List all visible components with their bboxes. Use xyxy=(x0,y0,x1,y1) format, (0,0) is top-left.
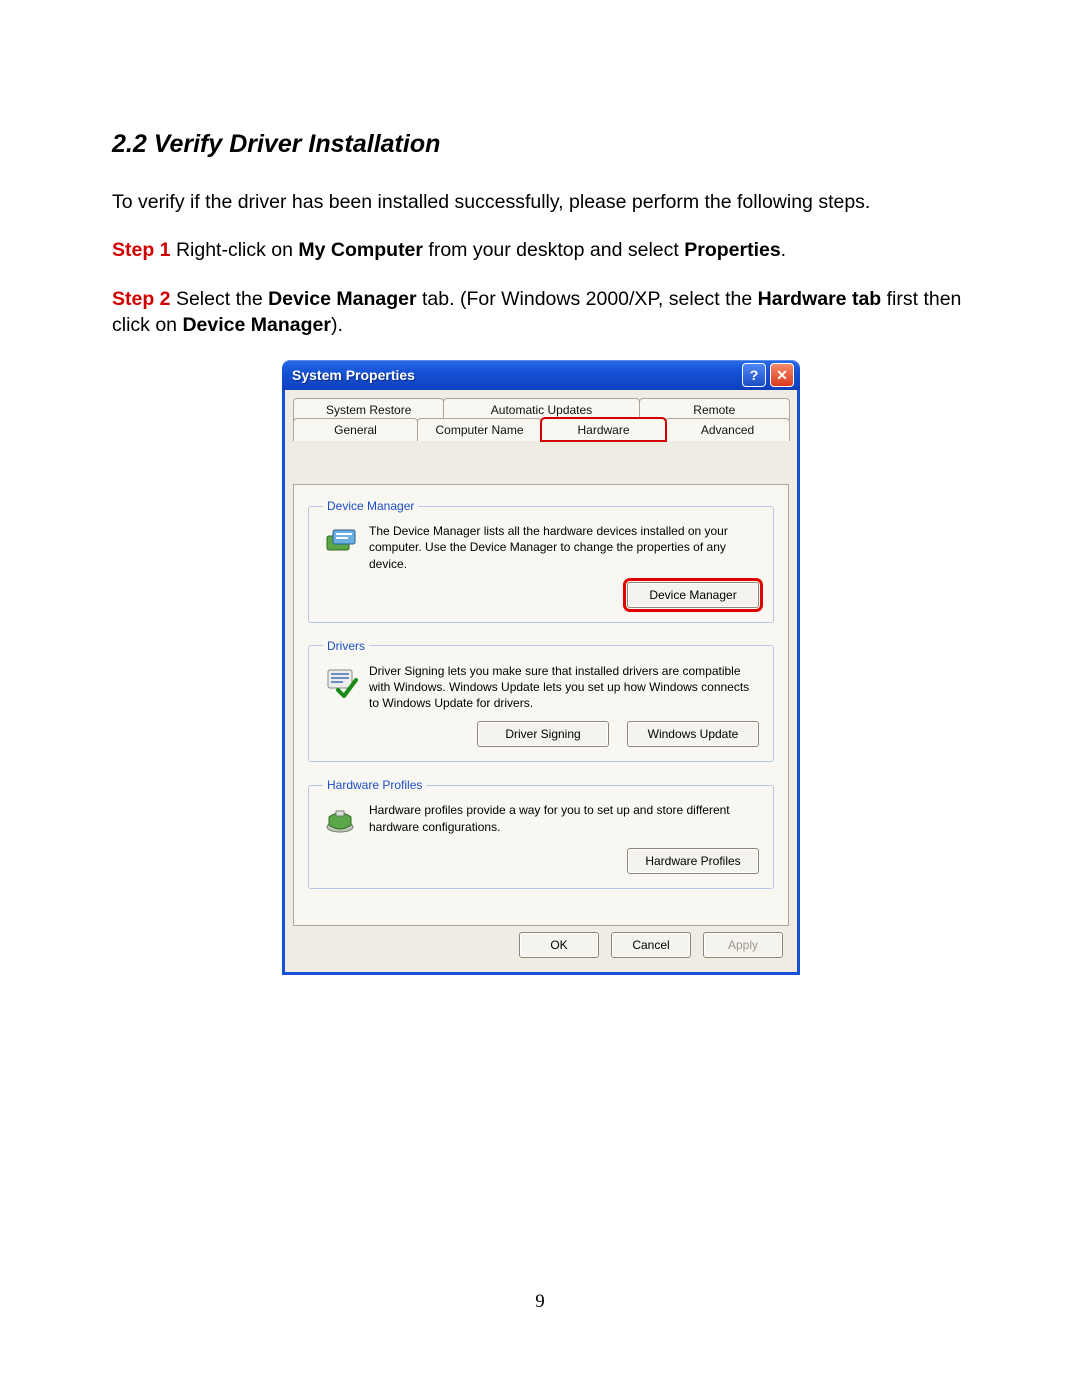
step-1: Step 1 Right-click on My Computer from y… xyxy=(112,237,970,263)
device-manager-icon xyxy=(323,523,359,559)
step-1-label: Step 1 xyxy=(112,239,171,261)
window-title: System Properties xyxy=(292,367,738,383)
step-2: Step 2 Select the Device Manager tab. (F… xyxy=(112,286,970,339)
device-manager-text: The Device Manager lists all the hardwar… xyxy=(369,523,759,572)
legend-device-manager: Device Manager xyxy=(323,499,418,513)
cancel-button[interactable]: Cancel xyxy=(611,932,691,958)
hardware-profiles-text: Hardware profiles provide a way for you … xyxy=(369,802,759,834)
ok-button[interactable]: OK xyxy=(519,932,599,958)
hardware-panel: Device Manager The Device Manager lists … xyxy=(293,484,789,926)
tab-general[interactable]: General xyxy=(293,418,418,441)
help-icon[interactable]: ? xyxy=(742,363,766,387)
apply-button[interactable]: Apply xyxy=(703,932,783,958)
drivers-text: Driver Signing lets you make sure that i… xyxy=(369,663,759,712)
legend-drivers: Drivers xyxy=(323,639,369,653)
driver-signing-button[interactable]: Driver Signing xyxy=(477,721,609,747)
hardware-profiles-button[interactable]: Hardware Profiles xyxy=(627,848,759,874)
close-icon[interactable]: ✕ xyxy=(770,363,794,387)
device-manager-button[interactable]: Device Manager xyxy=(627,582,759,608)
legend-hardware-profiles: Hardware Profiles xyxy=(323,778,426,792)
intro-text: To verify if the driver has been install… xyxy=(112,189,970,215)
windows-update-button[interactable]: Windows Update xyxy=(627,721,759,747)
hardware-profiles-icon xyxy=(323,802,359,838)
step-2-label: Step 2 xyxy=(112,288,171,310)
group-device-manager: Device Manager The Device Manager lists … xyxy=(308,499,774,623)
tab-hardware[interactable]: Hardware xyxy=(541,418,666,441)
tab-advanced[interactable]: Advanced xyxy=(665,418,790,441)
page-number: 9 xyxy=(0,1291,1080,1313)
group-hardware-profiles: Hardware Profiles Hardware profiles prov… xyxy=(308,778,774,889)
section-title: 2.2 Verify Driver Installation xyxy=(112,130,970,159)
titlebar[interactable]: System Properties ? ✕ xyxy=(282,360,800,390)
tab-computer-name[interactable]: Computer Name xyxy=(417,418,542,441)
drivers-icon xyxy=(323,663,359,699)
group-drivers: Drivers Driver Signing lets you make sur… xyxy=(308,639,774,763)
system-properties-dialog: System Properties ? ✕ System Restore Aut… xyxy=(282,360,800,975)
